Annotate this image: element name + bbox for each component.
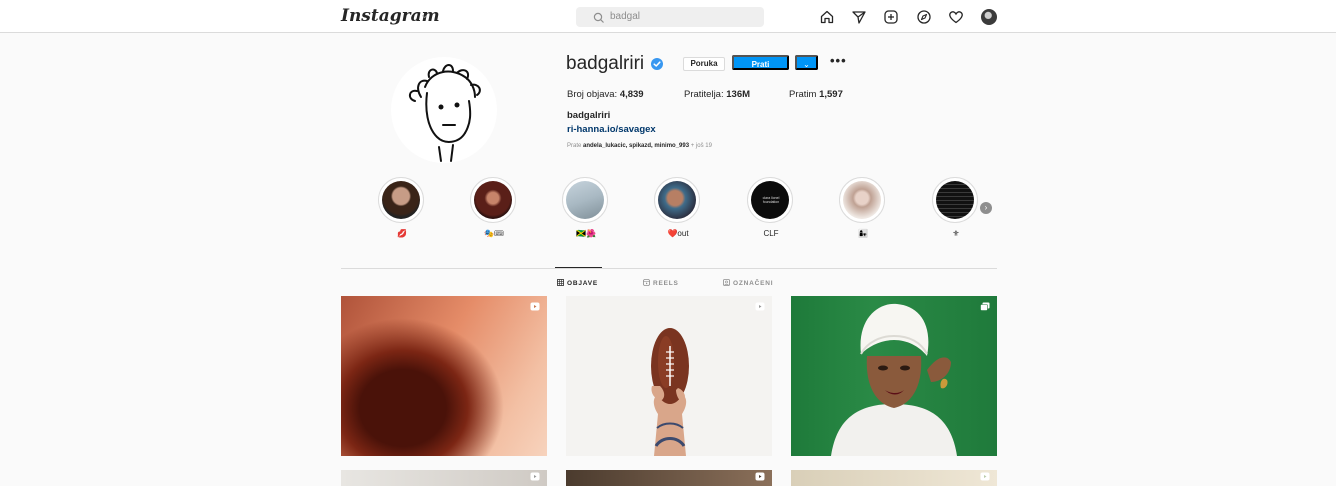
post-thumbnail[interactable] bbox=[341, 296, 547, 456]
highlight-label: 🇯🇲🌺 bbox=[576, 229, 596, 238]
highlight-label: ⚜ bbox=[952, 229, 960, 238]
highlight-cover bbox=[470, 177, 516, 223]
search-input-value: badgal bbox=[610, 11, 641, 22]
follow-button[interactable]: Prati bbox=[732, 55, 789, 70]
reel-badge-icon bbox=[980, 472, 990, 481]
highlight-cover bbox=[932, 177, 978, 223]
highlight-label: 👩‍👧 bbox=[858, 229, 868, 238]
highlight-label: 💋 bbox=[397, 229, 407, 238]
account-switcher-chevron-icon[interactable]: ⌄ bbox=[420, 8, 429, 21]
suggested-accounts-dropdown-button[interactable]: ⌄ bbox=[795, 55, 818, 70]
highlight-label: 🎭🎟 bbox=[483, 229, 505, 238]
tagged-icon bbox=[723, 279, 730, 286]
highlight-label: ❤️out bbox=[667, 229, 689, 238]
more-options-icon[interactable]: ••• bbox=[830, 54, 847, 67]
activity-heart-icon[interactable] bbox=[948, 9, 964, 25]
tabs-divider bbox=[341, 268, 997, 269]
highlight-item[interactable]: clara lionel foundation CLF bbox=[741, 177, 801, 247]
reel-badge-icon bbox=[755, 472, 765, 481]
highlight-item[interactable]: 👩‍👧 bbox=[833, 177, 893, 247]
search-icon bbox=[593, 11, 605, 23]
profile-drawing-icon bbox=[409, 64, 481, 162]
highlight-cover bbox=[378, 177, 424, 223]
followers-count[interactable]: Pratitelja: 136M bbox=[684, 89, 750, 100]
bio-link[interactable]: ri-hanna.io/savagex bbox=[567, 124, 656, 135]
post-thumbnail[interactable] bbox=[566, 296, 772, 456]
tab-tagged[interactable]: OZNAČENI bbox=[723, 279, 773, 287]
followed-by[interactable]: Prate andela_lukacic, spikazd, minimo_99… bbox=[567, 143, 712, 149]
posts-count: Broj objava: 4,839 bbox=[567, 89, 644, 100]
highlight-item[interactable]: 🇯🇲🌺 bbox=[556, 177, 616, 247]
tab-posts[interactable]: OBJAVE bbox=[557, 279, 598, 287]
home-icon[interactable] bbox=[819, 9, 835, 25]
highlight-label: CLF bbox=[763, 229, 779, 238]
highlight-item[interactable]: ❤️out bbox=[648, 177, 708, 247]
search-input[interactable]: badgal bbox=[576, 7, 764, 27]
highlights-next-arrow-icon[interactable]: › bbox=[980, 202, 992, 214]
carousel-badge-icon bbox=[980, 302, 990, 311]
post-thumbnail[interactable] bbox=[791, 470, 997, 486]
highlight-cover: clara lionel foundation bbox=[747, 177, 793, 223]
message-button[interactable]: Poruka bbox=[683, 57, 725, 71]
reel-badge-icon bbox=[530, 472, 540, 481]
clf-logo: clara lionel foundation bbox=[762, 196, 780, 204]
post-thumbnail[interactable] bbox=[341, 470, 547, 486]
post-thumbnail[interactable] bbox=[791, 296, 997, 456]
grid-icon bbox=[557, 279, 564, 286]
profile-picture[interactable] bbox=[391, 57, 497, 163]
tab-reels[interactable]: REELS bbox=[643, 279, 679, 287]
profile-full-name: badgalriri bbox=[567, 110, 611, 121]
highlight-item[interactable]: 💋 bbox=[372, 177, 432, 247]
highlight-cover bbox=[839, 177, 885, 223]
highlight-item[interactable]: 🎭🎟 bbox=[464, 177, 524, 247]
profile-username: badgalriri bbox=[566, 53, 645, 74]
highlight-item[interactable]: ⚜ bbox=[926, 177, 986, 247]
highlight-cover bbox=[654, 177, 700, 223]
profile-avatar-icon[interactable] bbox=[981, 9, 997, 25]
post-thumbnail[interactable] bbox=[566, 470, 772, 486]
direct-messages-icon[interactable] bbox=[851, 9, 867, 25]
verified-badge-icon bbox=[651, 58, 663, 70]
highlight-cover bbox=[562, 177, 608, 223]
football-image bbox=[651, 328, 689, 456]
reel-badge-icon bbox=[755, 302, 765, 311]
top-navigation-bar: Instagram ⌄ badgal bbox=[0, 0, 1336, 33]
reel-badge-icon bbox=[530, 302, 540, 311]
reels-icon bbox=[643, 279, 650, 286]
portrait-image bbox=[831, 303, 957, 456]
explore-compass-icon[interactable] bbox=[916, 9, 932, 25]
following-count[interactable]: Pratim 1,597 bbox=[789, 89, 843, 100]
new-post-icon[interactable] bbox=[883, 9, 899, 25]
active-tab-indicator bbox=[555, 267, 602, 268]
